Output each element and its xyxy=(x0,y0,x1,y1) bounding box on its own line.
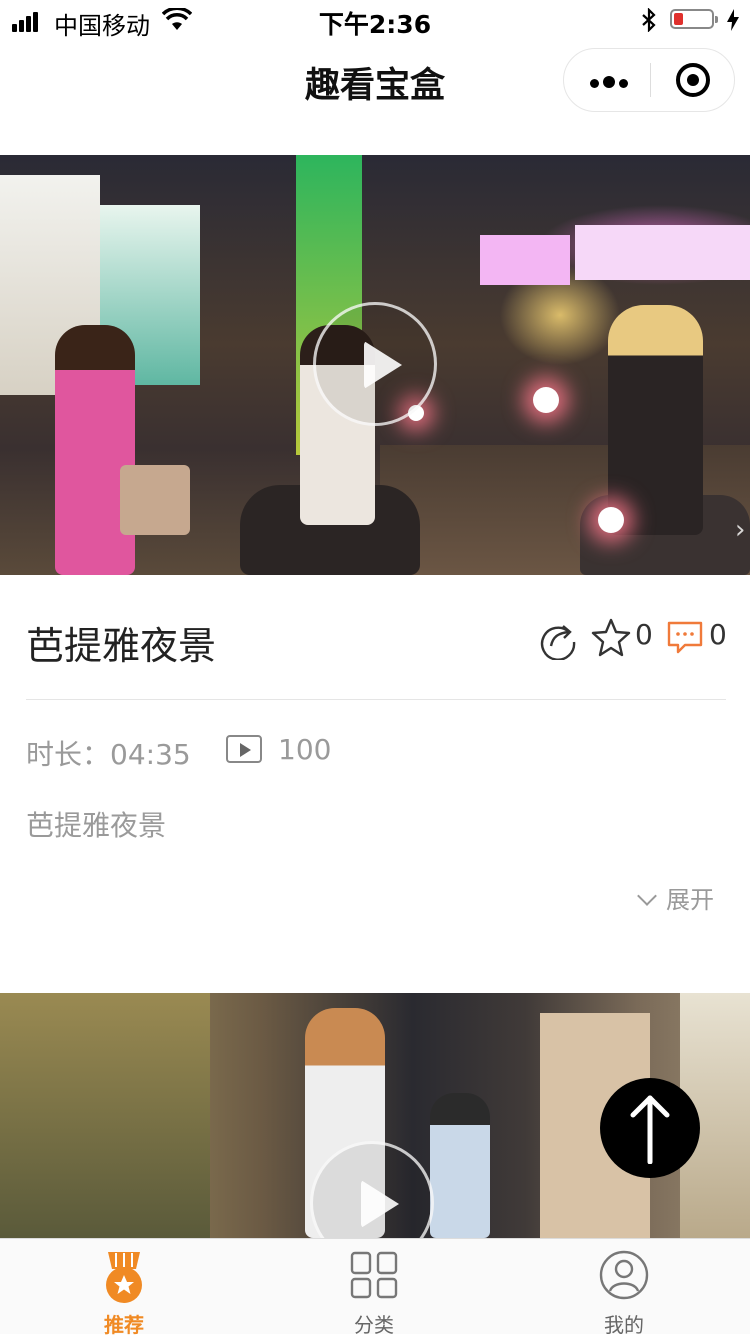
video-player[interactable]: › xyxy=(0,155,750,575)
tab-recommend[interactable]: 推荐 xyxy=(49,1239,199,1337)
tab-mine[interactable]: 我的 xyxy=(549,1239,699,1337)
chevron-down-icon xyxy=(637,886,657,906)
mini-program-capsule xyxy=(563,48,735,112)
status-bar: 中国移动 下午2:36 xyxy=(0,0,750,40)
video-description: 芭提雅夜景 xyxy=(26,809,167,842)
battery-icon xyxy=(670,9,718,29)
more-menu-icon[interactable] xyxy=(590,73,632,92)
video-frame-detail xyxy=(575,225,750,280)
video-frame-detail xyxy=(480,235,570,285)
close-mini-program-icon[interactable] xyxy=(676,63,710,97)
medal-icon xyxy=(106,1252,142,1303)
video-frame-detail xyxy=(55,325,135,575)
video-frame-detail xyxy=(598,507,624,533)
bluetooth-icon xyxy=(642,8,656,32)
chevron-right-icon: › xyxy=(735,515,746,545)
status-time: 下午2:36 xyxy=(318,10,432,39)
divider xyxy=(26,699,726,700)
capsule-divider xyxy=(650,63,651,97)
grid-icon xyxy=(350,1251,398,1299)
play-count: 100 xyxy=(278,733,332,766)
video-frame-detail xyxy=(608,305,703,535)
play-button[interactable] xyxy=(313,302,437,426)
back-to-top-button[interactable] xyxy=(600,1078,700,1178)
play-count-icon xyxy=(226,735,262,763)
expand-button[interactable]: 展开 xyxy=(637,880,714,915)
star-count: 0 xyxy=(635,618,653,651)
comment-icon[interactable] xyxy=(665,620,705,656)
arrow-up-icon xyxy=(630,1095,670,1164)
share-icon[interactable] xyxy=(537,618,579,660)
user-icon xyxy=(599,1250,649,1300)
video-frame-detail xyxy=(0,993,210,1238)
video-frame-detail xyxy=(120,465,190,535)
video-title: 芭提雅夜景 xyxy=(26,624,217,668)
charging-icon xyxy=(727,9,739,31)
video-frame-detail xyxy=(533,387,559,413)
tab-bar: 推荐 分类 我的 xyxy=(0,1238,750,1337)
star-icon[interactable] xyxy=(590,618,632,658)
tab-category[interactable]: 分类 xyxy=(299,1239,449,1337)
expand-label: 展开 xyxy=(666,886,714,914)
video-duration: 时长：04:35 xyxy=(26,738,191,771)
comment-count: 0 xyxy=(709,618,727,651)
video-frame-detail xyxy=(430,1093,490,1238)
